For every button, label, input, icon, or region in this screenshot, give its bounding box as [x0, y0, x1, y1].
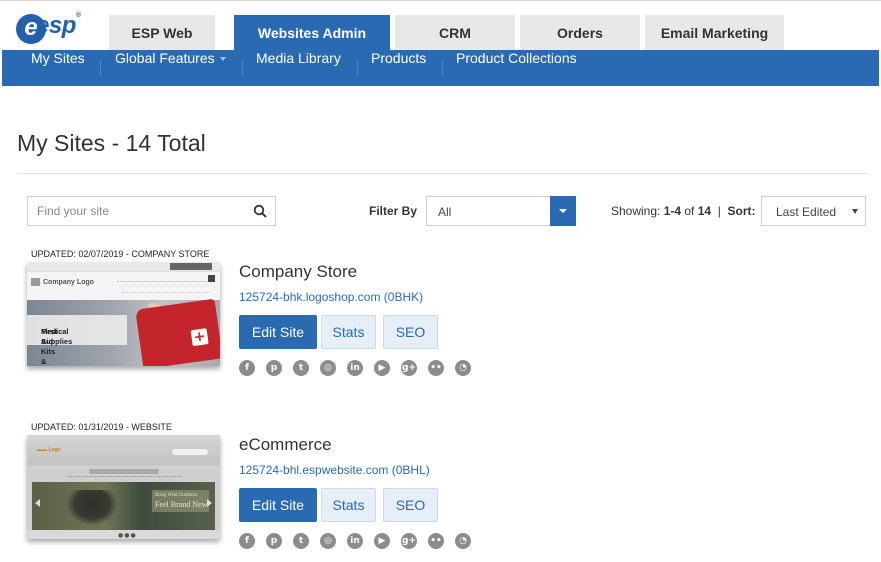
thumb-nav	[89, 469, 159, 474]
chevron-down-icon	[852, 209, 858, 214]
sort-dropdown[interactable]: Last Edited	[761, 196, 866, 226]
site-card: UPDATED: 02/07/2019 - COMPANY STORE Comp…	[27, 249, 857, 384]
site-thumbnail[interactable]: Company Logo First Aid Kits &Medical Sup…	[27, 262, 220, 366]
nav-product-collections[interactable]: Product Collections	[456, 50, 577, 86]
pinterest-icon[interactable]: p	[266, 360, 282, 376]
stats-button[interactable]: Stats	[321, 488, 376, 522]
googleplus-icon[interactable]: g+	[401, 360, 417, 376]
thumb-topbar	[27, 262, 220, 272]
sort-value: Last Edited	[776, 205, 837, 219]
site-card: UPDATED: 01/31/2019 - WEBSITE ▬▬ Logo Br…	[27, 422, 857, 557]
title-divider	[17, 173, 867, 174]
nav-global-features-label: Global Features	[115, 50, 215, 66]
cart-icon	[208, 275, 215, 282]
site-url-link[interactable]: 125724-bhl.espwebsite.com (0BHL)	[239, 463, 430, 477]
youtube-icon[interactable]: ▶	[374, 533, 390, 549]
youtube-icon[interactable]: ▶	[374, 360, 390, 376]
showing-total: 14	[697, 204, 712, 218]
chevron-left-icon	[35, 499, 40, 507]
logo-text: esp®	[36, 12, 81, 39]
edit-site-button[interactable]: Edit Site	[239, 315, 317, 349]
showing-prefix: Showing:	[611, 204, 664, 218]
twitter-icon[interactable]: t	[293, 533, 309, 549]
thumb-nav	[67, 476, 182, 479]
seo-button[interactable]: SEO	[383, 488, 438, 522]
page-title: My Sites - 14 Total	[17, 130, 206, 156]
first-aid-kit-image	[135, 298, 220, 366]
site-updated: UPDATED: 01/31/2019 - WEBSITE	[31, 422, 172, 432]
nav-my-sites[interactable]: My Sites	[31, 50, 85, 86]
dropdown-toggle-icon[interactable]	[550, 196, 576, 226]
facebook-icon[interactable]: f	[239, 533, 255, 549]
thumb-caption: First Aid Kits & Medical Supplies	[27, 315, 127, 366]
site-thumbnail[interactable]: ▬▬ Logo Bring Wild Outdoors Feel Brand N…	[27, 435, 220, 539]
thumb-hero-text: Bring Wild Outdoors Feel Brand New	[152, 490, 209, 512]
flickr-icon[interactable]: ••	[428, 360, 444, 376]
nav-products[interactable]: Products	[371, 50, 426, 86]
facebook-icon[interactable]: f	[239, 360, 255, 376]
edit-site-button[interactable]: Edit Site	[239, 488, 317, 522]
linkedin-icon[interactable]: in	[347, 533, 363, 549]
site-updated: UPDATED: 02/07/2019 - COMPANY STORE	[31, 249, 210, 259]
tab-email-marketing[interactable]: Email Marketing	[645, 15, 784, 51]
nav-separator	[242, 60, 243, 76]
esp-logo[interactable]: e esp®	[16, 12, 92, 44]
rss-icon[interactable]: ◔	[455, 533, 471, 549]
linkedin-icon[interactable]: in	[347, 360, 363, 376]
instagram-icon[interactable]: ◎	[320, 533, 336, 549]
nav-global-features[interactable]: Global Features	[115, 50, 226, 86]
googleplus-icon[interactable]: g+	[401, 533, 417, 549]
flickr-icon[interactable]: ••	[428, 533, 444, 549]
nav-separator	[100, 60, 101, 76]
filter-label: Filter By	[369, 204, 418, 218]
nav-separator	[357, 60, 358, 76]
tab-orders[interactable]: Orders	[520, 15, 640, 51]
seo-button[interactable]: SEO	[383, 315, 438, 349]
results-summary: Showing: 1-4 of 14 | Sort:	[611, 204, 756, 218]
thumb-menu	[117, 281, 215, 284]
chevron-down-icon	[219, 57, 226, 62]
filter-value: All	[438, 205, 452, 219]
filter-dropdown[interactable]: All	[426, 196, 576, 226]
tab-websites-admin[interactable]: Websites Admin	[234, 15, 390, 51]
stats-button[interactable]: Stats	[321, 315, 376, 349]
carousel-dots: ●●●	[118, 532, 137, 539]
showing-range: 1-4	[663, 204, 682, 218]
chevron-right-icon	[207, 499, 212, 507]
thumb-hero-figure	[67, 490, 117, 525]
thumb-logo: Company Logo	[31, 278, 94, 286]
tab-esp-web[interactable]: ESP Web	[109, 15, 215, 51]
pinterest-icon[interactable]: p	[266, 533, 282, 549]
thumb-menu	[122, 292, 210, 294]
site-search	[27, 196, 276, 226]
top-header: e esp® ESP Web Websites Admin CRM Orders…	[0, 0, 881, 51]
site-name: eCommerce	[239, 435, 332, 454]
twitter-icon[interactable]: t	[293, 360, 309, 376]
thumb-search	[172, 449, 208, 455]
rss-icon[interactable]: ◔	[455, 360, 471, 376]
nav-media-library[interactable]: Media Library	[256, 50, 341, 86]
showing-separator: |	[711, 204, 728, 218]
site-url-link[interactable]: 125724-bhk.logoshop.com (0BHK)	[239, 290, 423, 304]
instagram-icon[interactable]: ◎	[320, 360, 336, 376]
sub-navigation: My Sites Global Features Media Library P…	[2, 50, 879, 86]
thumb-logo: ▬▬ Logo	[37, 447, 61, 453]
nav-separator	[442, 60, 443, 76]
site-name: Company Store	[239, 262, 358, 281]
tab-crm[interactable]: CRM	[395, 15, 515, 51]
search-icon[interactable]	[253, 204, 267, 218]
showing-of: of	[681, 204, 698, 218]
search-input[interactable]	[28, 197, 248, 225]
sort-label: Sort:	[727, 204, 756, 218]
